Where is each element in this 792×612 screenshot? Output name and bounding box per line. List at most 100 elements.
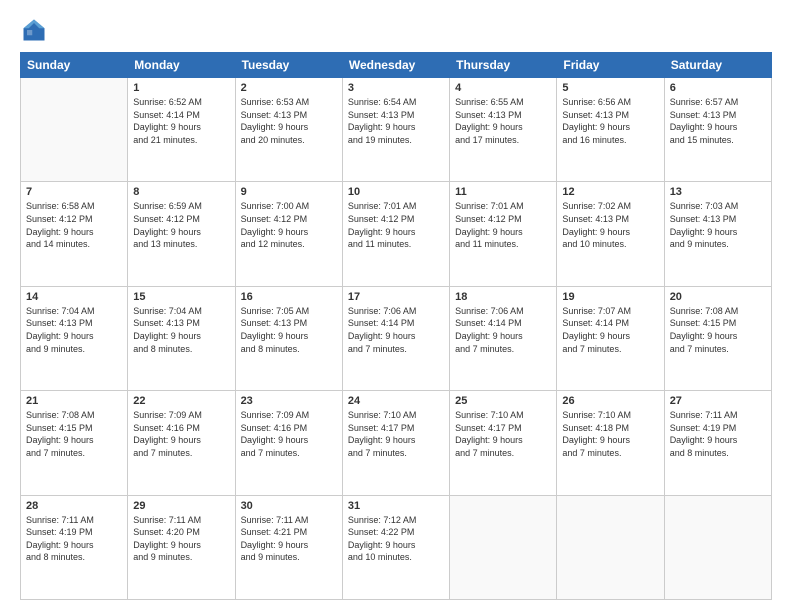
day-number: 28 xyxy=(26,500,122,512)
calendar-header: SundayMondayTuesdayWednesdayThursdayFrid… xyxy=(21,53,772,78)
day-number: 9 xyxy=(241,186,337,198)
day-info: Sunrise: 7:10 AM Sunset: 4:17 PM Dayligh… xyxy=(455,409,551,459)
calendar-cell: 8 Sunrise: 6:59 AM Sunset: 4:12 PM Daylig… xyxy=(128,182,235,286)
day-info: Sunrise: 7:12 AM Sunset: 4:22 PM Dayligh… xyxy=(348,514,444,564)
header-cell-thursday: Thursday xyxy=(450,53,557,78)
calendar-week-1: 1 Sunrise: 6:52 AM Sunset: 4:14 PM Daylig… xyxy=(21,78,772,182)
day-number: 23 xyxy=(241,395,337,407)
calendar-cell xyxy=(664,495,771,599)
day-info: Sunrise: 7:01 AM Sunset: 4:12 PM Dayligh… xyxy=(348,200,444,250)
calendar-body: 1 Sunrise: 6:52 AM Sunset: 4:14 PM Daylig… xyxy=(21,78,772,600)
day-info: Sunrise: 7:11 AM Sunset: 4:19 PM Dayligh… xyxy=(26,514,122,564)
day-info: Sunrise: 7:06 AM Sunset: 4:14 PM Dayligh… xyxy=(455,305,551,355)
calendar-cell xyxy=(21,78,128,182)
day-number: 11 xyxy=(455,186,551,198)
day-info: Sunrise: 7:00 AM Sunset: 4:12 PM Dayligh… xyxy=(241,200,337,250)
calendar-cell: 15 Sunrise: 7:04 AM Sunset: 4:13 PM Dayli… xyxy=(128,286,235,390)
calendar-week-2: 7 Sunrise: 6:58 AM Sunset: 4:12 PM Daylig… xyxy=(21,182,772,286)
day-info: Sunrise: 6:59 AM Sunset: 4:12 PM Dayligh… xyxy=(133,200,229,250)
day-info: Sunrise: 7:04 AM Sunset: 4:13 PM Dayligh… xyxy=(26,305,122,355)
day-info: Sunrise: 7:06 AM Sunset: 4:14 PM Dayligh… xyxy=(348,305,444,355)
day-info: Sunrise: 7:11 AM Sunset: 4:19 PM Dayligh… xyxy=(670,409,766,459)
day-info: Sunrise: 7:07 AM Sunset: 4:14 PM Dayligh… xyxy=(562,305,658,355)
calendar-cell: 29Sunrise: 7:11 AM Sunset: 4:20 PM Dayli… xyxy=(128,495,235,599)
day-number: 15 xyxy=(133,291,229,303)
calendar-cell: 19 Sunrise: 7:07 AM Sunset: 4:14 PM Dayli… xyxy=(557,286,664,390)
calendar-cell: 27 Sunrise: 7:11 AM Sunset: 4:19 PM Dayli… xyxy=(664,391,771,495)
logo-icon xyxy=(20,16,48,44)
day-info: Sunrise: 7:08 AM Sunset: 4:15 PM Dayligh… xyxy=(670,305,766,355)
day-number: 8 xyxy=(133,186,229,198)
day-number: 4 xyxy=(455,82,551,94)
day-info: Sunrise: 6:52 AM Sunset: 4:14 PM Dayligh… xyxy=(133,96,229,146)
day-info: Sunrise: 6:58 AM Sunset: 4:12 PM Dayligh… xyxy=(26,200,122,250)
calendar-cell: 25Sunrise: 7:10 AM Sunset: 4:17 PM Dayli… xyxy=(450,391,557,495)
day-number: 5 xyxy=(562,82,658,94)
day-number: 1 xyxy=(133,82,229,94)
day-info: Sunrise: 7:05 AM Sunset: 4:13 PM Dayligh… xyxy=(241,305,337,355)
header-cell-wednesday: Wednesday xyxy=(342,53,449,78)
day-number: 21 xyxy=(26,395,122,407)
day-number: 2 xyxy=(241,82,337,94)
day-number: 6 xyxy=(670,82,766,94)
calendar-cell: 22 Sunrise: 7:09 AM Sunset: 4:16 PM Dayli… xyxy=(128,391,235,495)
header-cell-saturday: Saturday xyxy=(664,53,771,78)
day-number: 10 xyxy=(348,186,444,198)
day-info: Sunrise: 7:08 AM Sunset: 4:15 PM Dayligh… xyxy=(26,409,122,459)
day-number: 27 xyxy=(670,395,766,407)
calendar-cell: 10 Sunrise: 7:01 AM Sunset: 4:12 PM Dayli… xyxy=(342,182,449,286)
day-number: 22 xyxy=(133,395,229,407)
header-row: SundayMondayTuesdayWednesdayThursdayFrid… xyxy=(21,53,772,78)
day-number: 14 xyxy=(26,291,122,303)
day-info: Sunrise: 7:10 AM Sunset: 4:17 PM Dayligh… xyxy=(348,409,444,459)
day-info: Sunrise: 7:11 AM Sunset: 4:21 PM Dayligh… xyxy=(241,514,337,564)
calendar-cell: 11 Sunrise: 7:01 AM Sunset: 4:12 PM Dayli… xyxy=(450,182,557,286)
day-number: 18 xyxy=(455,291,551,303)
calendar-table: SundayMondayTuesdayWednesdayThursdayFrid… xyxy=(20,52,772,600)
calendar-cell: 9 Sunrise: 7:00 AM Sunset: 4:12 PM Daylig… xyxy=(235,182,342,286)
day-number: 26 xyxy=(562,395,658,407)
day-number: 17 xyxy=(348,291,444,303)
day-info: Sunrise: 7:10 AM Sunset: 4:18 PM Dayligh… xyxy=(562,409,658,459)
calendar-cell: 31Sunrise: 7:12 AM Sunset: 4:22 PM Dayli… xyxy=(342,495,449,599)
day-info: Sunrise: 7:02 AM Sunset: 4:13 PM Dayligh… xyxy=(562,200,658,250)
calendar-cell: 4 Sunrise: 6:55 AM Sunset: 4:13 PM Daylig… xyxy=(450,78,557,182)
calendar-cell: 21 Sunrise: 7:08 AM Sunset: 4:15 PM Dayli… xyxy=(21,391,128,495)
day-info: Sunrise: 7:04 AM Sunset: 4:13 PM Dayligh… xyxy=(133,305,229,355)
header-cell-tuesday: Tuesday xyxy=(235,53,342,78)
calendar-cell: 20 Sunrise: 7:08 AM Sunset: 4:15 PM Dayli… xyxy=(664,286,771,390)
day-info: Sunrise: 7:01 AM Sunset: 4:12 PM Dayligh… xyxy=(455,200,551,250)
calendar-cell: 18 Sunrise: 7:06 AM Sunset: 4:14 PM Dayli… xyxy=(450,286,557,390)
day-number: 16 xyxy=(241,291,337,303)
day-number: 13 xyxy=(670,186,766,198)
calendar-cell: 5 Sunrise: 6:56 AM Sunset: 4:13 PM Daylig… xyxy=(557,78,664,182)
header-cell-monday: Monday xyxy=(128,53,235,78)
calendar-cell: 16 Sunrise: 7:05 AM Sunset: 4:13 PM Dayli… xyxy=(235,286,342,390)
calendar-week-4: 21 Sunrise: 7:08 AM Sunset: 4:15 PM Dayli… xyxy=(21,391,772,495)
day-number: 12 xyxy=(562,186,658,198)
day-number: 30 xyxy=(241,500,337,512)
day-info: Sunrise: 7:09 AM Sunset: 4:16 PM Dayligh… xyxy=(133,409,229,459)
header-cell-friday: Friday xyxy=(557,53,664,78)
calendar-cell: 30 Sunrise: 7:11 AM Sunset: 4:21 PM Dayli… xyxy=(235,495,342,599)
day-number: 19 xyxy=(562,291,658,303)
calendar-cell xyxy=(450,495,557,599)
calendar-cell: 13Sunrise: 7:03 AM Sunset: 4:13 PM Dayli… xyxy=(664,182,771,286)
calendar-cell: 6 Sunrise: 6:57 AM Sunset: 4:13 PM Daylig… xyxy=(664,78,771,182)
calendar-cell: 28 Sunrise: 7:11 AM Sunset: 4:19 PM Dayli… xyxy=(21,495,128,599)
calendar-cell: 1 Sunrise: 6:52 AM Sunset: 4:14 PM Daylig… xyxy=(128,78,235,182)
day-number: 7 xyxy=(26,186,122,198)
calendar-cell xyxy=(557,495,664,599)
day-number: 20 xyxy=(670,291,766,303)
calendar-cell: 2Sunrise: 6:53 AM Sunset: 4:13 PM Daylig… xyxy=(235,78,342,182)
day-info: Sunrise: 6:55 AM Sunset: 4:13 PM Dayligh… xyxy=(455,96,551,146)
calendar-cell: 24Sunrise: 7:10 AM Sunset: 4:17 PM Dayli… xyxy=(342,391,449,495)
day-info: Sunrise: 6:56 AM Sunset: 4:13 PM Dayligh… xyxy=(562,96,658,146)
day-info: Sunrise: 7:09 AM Sunset: 4:16 PM Dayligh… xyxy=(241,409,337,459)
header-cell-sunday: Sunday xyxy=(21,53,128,78)
calendar-week-5: 28 Sunrise: 7:11 AM Sunset: 4:19 PM Dayli… xyxy=(21,495,772,599)
day-info: Sunrise: 6:57 AM Sunset: 4:13 PM Dayligh… xyxy=(670,96,766,146)
day-number: 3 xyxy=(348,82,444,94)
calendar-cell: 14 Sunrise: 7:04 AM Sunset: 4:13 PM Dayli… xyxy=(21,286,128,390)
day-number: 29 xyxy=(133,500,229,512)
